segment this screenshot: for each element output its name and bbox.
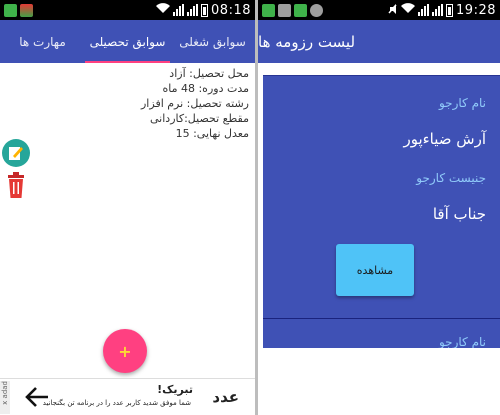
tab-education[interactable]: سوابق تحصیلی — [85, 20, 170, 63]
education-screen: 08:18 مهارت ها سوابق تحصیلی سوابق شغلی م… — [0, 0, 255, 415]
screenshot-root: 08:18 مهارت ها سوابق تحصیلی سوابق شغلی م… — [0, 0, 500, 415]
signal-icon — [173, 4, 185, 16]
notification-icon — [262, 3, 275, 17]
mute-icon — [387, 3, 398, 18]
ad-badge-text: x adad — [1, 381, 9, 405]
education-details: محل تحصیل: آزاد مدت دوره: 48 ماه رشته تح… — [69, 66, 249, 141]
ad-brand: عدد — [212, 388, 239, 406]
applicant-name-label: نام کارجو — [438, 335, 486, 348]
applicant-gender-label: جنیست کارجو — [416, 171, 486, 185]
app-toolbar: لیست رزومه ها — [258, 20, 500, 63]
education-place: محل تحصیل: آزاد — [169, 67, 249, 80]
clock: 19:28 — [456, 2, 496, 18]
android-notification-icon — [310, 3, 323, 17]
tab-bar: مهارت ها سوابق تحصیلی سوابق شغلی — [0, 20, 255, 63]
status-bar-right: 19:28 — [258, 0, 500, 20]
notification-icon — [4, 3, 17, 17]
education-level: مقطع تحصیل:کاردانی — [150, 112, 249, 125]
add-button[interactable]: + — [103, 329, 147, 373]
signal-icon — [418, 4, 430, 16]
app-notification-icon — [20, 3, 33, 17]
applicant-name: آرش ضیاءپور — [403, 130, 486, 148]
delete-icon[interactable] — [6, 172, 26, 198]
tab-skills[interactable]: مهارت ها — [0, 20, 85, 63]
wifi-icon — [156, 3, 171, 17]
resume-card: نام کارجو — [263, 318, 500, 348]
ad-subtitle: شما موفق شدید کاربر عدد را در برنامه تن … — [42, 399, 191, 407]
page-title: لیست رزومه ها — [258, 32, 356, 51]
tab-jobs[interactable]: سوابق شغلی — [170, 20, 255, 63]
clock: 08:18 — [211, 2, 251, 18]
battery-icon — [201, 3, 209, 17]
image-notification-icon — [278, 3, 291, 17]
view-resume-button[interactable]: مشاهده — [336, 244, 414, 296]
plus-icon: + — [118, 341, 132, 361]
wifi-icon — [401, 3, 416, 17]
resume-card: نام کارجو آرش ضیاءپور جنیست کارجو جناب آ… — [263, 75, 500, 320]
resume-list-screen: 19:28 لیست رزومه ها نام کارجو آرش ضیاءپو… — [258, 0, 500, 415]
status-bar: 08:18 — [0, 0, 255, 20]
applicant-gender: جناب آقا — [432, 205, 486, 223]
signal-icon-2 — [432, 4, 444, 16]
ad-banner[interactable]: x adad تبریک! شما موفق شدید کاربر عدد را… — [0, 378, 255, 415]
education-duration: مدت دوره: 48 ماه — [162, 82, 249, 95]
resume-list[interactable]: نام کارجو آرش ضیاءپور جنیست کارجو جناب آ… — [258, 63, 500, 415]
education-field: رشته تحصیل: نرم افزار — [141, 97, 249, 110]
signal-icon-2 — [187, 4, 199, 16]
applicant-name-label: نام کارجو — [438, 96, 486, 110]
battery-icon — [446, 3, 454, 17]
education-grade: معدل نهایی: 15 — [175, 127, 249, 140]
ad-title: تبریک! — [157, 383, 193, 396]
ad-badge[interactable]: x adad — [0, 381, 10, 414]
message-notification-icon — [294, 3, 307, 17]
edit-icon[interactable] — [2, 139, 30, 167]
